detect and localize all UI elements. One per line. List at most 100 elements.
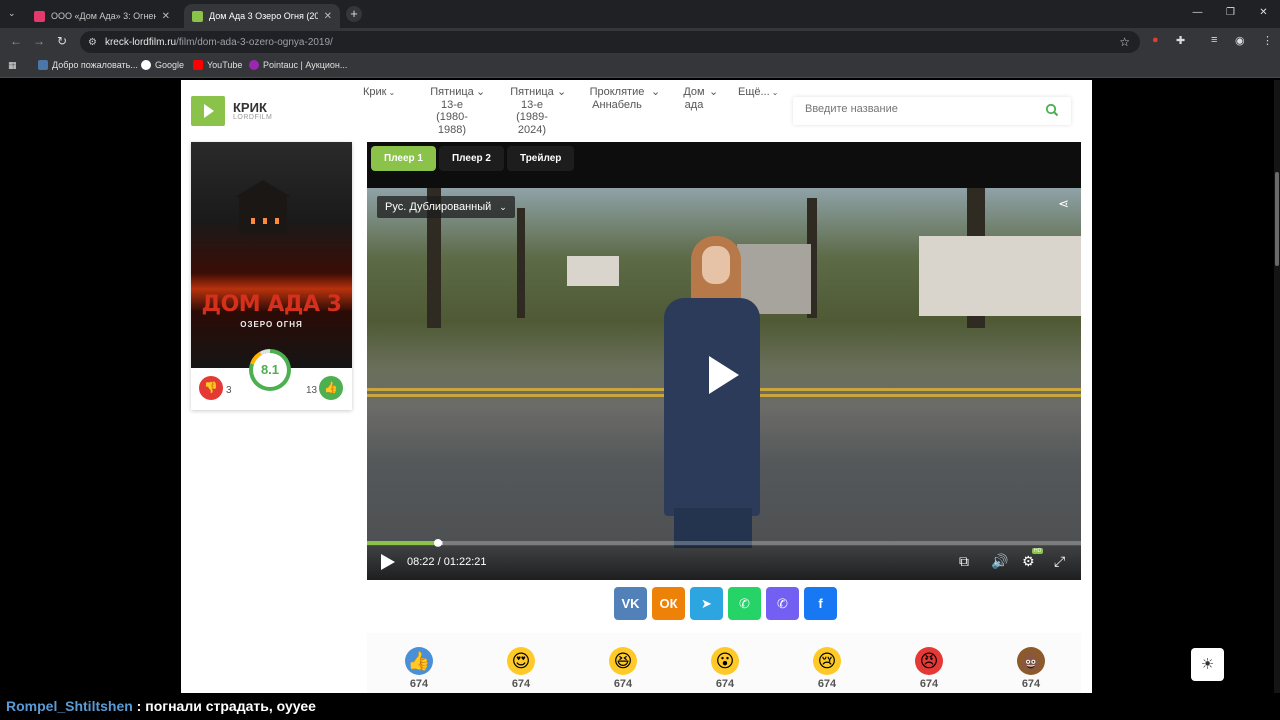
tab-search-icon[interactable]: ⌄ [8,8,16,19]
big-play-button[interactable] [709,356,739,394]
chat-text: : погнали страдать, оууее [132,698,316,714]
nav-item-house-of-hell[interactable]: Дом ада [679,86,709,111]
share-vk-button[interactable]: VK [614,587,647,620]
restore-icon[interactable]: ❐ [1214,0,1247,28]
like-button[interactable]: 👍 [319,376,343,400]
browser-tab-1[interactable]: ООО «Дом Ада» 3: Огненное ✕ [26,4,178,28]
volume-icon[interactable]: 🔊 [991,553,1008,570]
reload-icon[interactable]: ↻ [57,34,67,48]
chevron-down-icon: ⌄ [388,88,396,97]
pointauc-icon [249,60,259,70]
nav-label: Ещё... [738,86,770,98]
reaction-laugh[interactable]: 😆 674 [603,647,643,690]
search-input[interactable] [805,103,1035,115]
bookmark-label: Добро пожаловать... [52,60,138,70]
bookmark-youtube[interactable]: YouTube [193,60,242,70]
bookmark-star-icon[interactable]: ☆ [1119,35,1130,49]
picture-in-picture-icon[interactable]: ⧉ [959,553,969,570]
reaction-poop[interactable]: 💩 674 [1011,647,1051,690]
poster-card: ДОМ АДА 3 ОЗЕРО ОГНЯ 👎 3 8.1 13 👍 [191,142,352,410]
scene-person-face [702,246,730,284]
close-window-icon[interactable]: ✕ [1247,0,1280,28]
reaction-count: 674 [715,678,735,690]
reaction-love[interactable]: 😍 674 [501,647,541,690]
settings-gear-icon[interactable]: ⚙ [1022,553,1035,570]
nav-item-annabelle[interactable]: Проклятие Аннабель [585,86,649,111]
bookmarks-bar: ▦ Добро пожаловать... Google YouTube Poi… [0,56,1280,78]
page-scrollbar[interactable] [1274,80,1280,693]
apps-icon[interactable]: ▦ [8,60,17,71]
share-odnoklassniki-button[interactable]: ОК [652,587,685,620]
media-control-icon[interactable]: ≡ [1211,34,1217,46]
scrollbar-thumb[interactable] [1275,172,1279,266]
browser-tab-2[interactable]: Дом Ада 3 Озеро Огня (2019) ✕ [184,4,340,28]
love-emoji-icon: 😍 [507,647,535,675]
logo-subtitle: LORDFILM [233,114,273,121]
dislike-button[interactable]: 👎 [199,376,223,400]
search-icon[interactable] [1045,103,1059,117]
bookmark-pointauc[interactable]: Pointauc | Аукцион... [249,60,347,70]
menu-icon[interactable]: ⋮ [1262,34,1273,47]
share-viber-button[interactable]: ✆ [766,587,799,620]
nav-item-scream[interactable]: Крик ⌄ [363,86,395,100]
reaction-sad[interactable]: 😢 674 [807,647,847,690]
bookmark-vk[interactable]: Добро пожаловать... [38,60,138,70]
social-share-bar: VK ОК ➤ ✆ ✆ f [614,587,837,620]
forward-icon[interactable]: → [33,34,45,48]
poster-title: ДОМ АДА 3 [201,292,342,317]
movie-poster[interactable]: ДОМ АДА 3 ОЗЕРО ОГНЯ [191,142,352,368]
minimize-icon[interactable]: — [1181,0,1214,28]
scene-trailer [567,256,619,286]
progress-played [367,541,439,545]
tab-close-icon[interactable]: ✕ [324,11,332,22]
site-header: КРИК LORDFILM Крик ⌄ Пятница 13-е (1980- … [181,80,1092,142]
progress-bar[interactable] [367,539,1081,547]
chat-username: Rompel_Shtiltshen [6,698,133,714]
like-count: 13 [306,385,318,396]
share-icon[interactable]: ⋖ [1058,196,1069,212]
reaction-like[interactable]: 👍 674 [399,647,439,690]
vk-icon [38,60,48,70]
share-telegram-button[interactable]: ➤ [690,587,723,620]
reaction-angry[interactable]: 😠 674 [909,647,949,690]
play-button[interactable] [381,554,395,570]
hd-badge: HD [1032,548,1044,554]
reaction-count: 674 [409,678,429,690]
extensions-puzzle-icon[interactable]: ✚ [1176,34,1185,47]
site-info-icon[interactable]: ⚙ [88,37,97,48]
audio-track-select[interactable]: Рус. Дублированный ⌄ [377,196,515,218]
video-frame[interactable]: Рус. Дублированный ⌄ ⋖ 08:22 / 01:22:21 ⧉… [367,188,1081,580]
share-whatsapp-button[interactable]: ✆ [728,587,761,620]
nav-item-friday-1[interactable]: Пятница 13-е (1980- 1988) [423,86,481,136]
poster-window [263,218,267,224]
nav-item-more[interactable]: Ещё... ⌄ [738,86,778,100]
reaction-count: 674 [817,678,837,690]
profile-icon[interactable]: ◉ [1235,34,1245,47]
back-icon[interactable]: ← [10,34,22,48]
tab-player-1[interactable]: Плеер 1 [371,146,436,171]
audio-track-label: Рус. Дублированный [385,201,492,213]
site-page: КРИК LORDFILM Крик ⌄ Пятница 13-е (1980- … [181,80,1092,693]
reaction-count: 674 [919,678,939,690]
nav-item-friday-2[interactable]: Пятница 13-е (1989- 2024) [503,86,561,136]
tab-player-2[interactable]: Плеер 2 [438,146,504,171]
bookmark-label: Google [155,60,185,70]
share-facebook-button[interactable]: f [804,587,837,620]
bookmark-google[interactable]: Google [141,60,184,70]
tab-favicon-icon [34,10,45,22]
player-controls: 08:22 / 01:22:21 ⧉ 🔊 ⚙ HD ⤢ [367,546,1081,580]
logo-title[interactable]: КРИК [233,100,267,115]
url-host: kreck-lordfilm.ru [104,36,177,48]
chevron-down-icon: ⌄ [499,202,507,212]
extension-icon[interactable]: ● [1152,34,1159,46]
reaction-wow[interactable]: 😮 674 [705,647,745,690]
address-bar[interactable]: ⚙ kreck-lordfilm.ru/film/dom-ada-3-ozero… [80,31,1140,53]
tab-trailer[interactable]: Трейлер [506,146,575,171]
fullscreen-icon[interactable]: ⤢ [1054,553,1065,570]
new-tab-button[interactable]: + [346,6,362,22]
tab-close-icon[interactable]: ✕ [162,11,170,22]
logo-icon[interactable] [191,96,225,126]
theme-toggle-icon[interactable]: ☀ [1191,648,1224,681]
mouse-cursor [357,361,362,373]
youtube-icon [193,60,203,70]
